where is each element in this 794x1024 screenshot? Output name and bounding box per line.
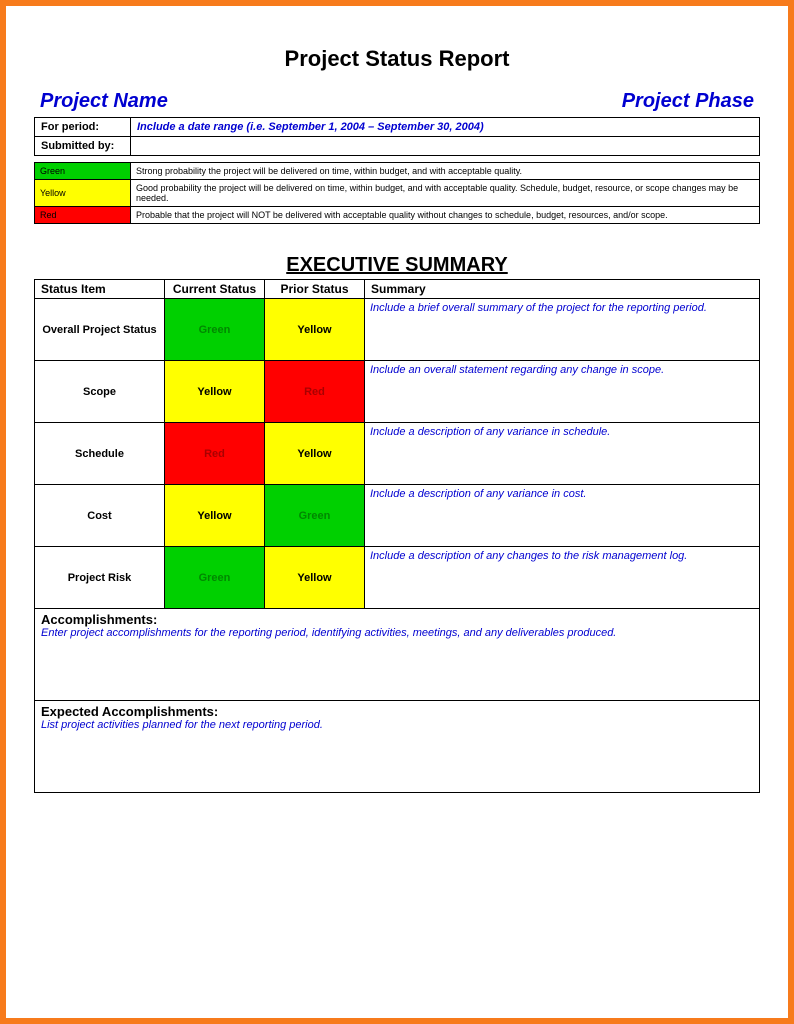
schedule-prior-status: Yellow (265, 423, 365, 485)
accomplishments-row: Accomplishments: Enter project accomplis… (35, 609, 760, 701)
status-item-cost: Cost (35, 485, 165, 547)
meta-table: For period: Include a date range (i.e. S… (34, 117, 760, 156)
risk-current-status: Green (165, 547, 265, 609)
expected-accomplishments-row: Expected Accomplishments: List project a… (35, 701, 760, 793)
status-item-schedule: Schedule (35, 423, 165, 485)
status-row: Schedule Red Yellow Include a descriptio… (35, 423, 760, 485)
for-period-value: Include a date range (i.e. September 1, … (131, 118, 760, 137)
legend-red-desc: Probable that the project will NOT be de… (131, 207, 760, 224)
project-phase-header: Project Phase (622, 90, 754, 113)
status-row: Overall Project Status Green Yellow Incl… (35, 299, 760, 361)
overall-prior-status: Yellow (265, 299, 365, 361)
header-prior-status: Prior Status (265, 280, 365, 299)
cost-summary: Include a description of any variance in… (365, 485, 760, 547)
expected-text: List project activities planned for the … (41, 719, 753, 731)
report-title: Project Status Report (34, 46, 760, 72)
schedule-current-status: Red (165, 423, 265, 485)
status-row: Cost Yellow Green Include a description … (35, 485, 760, 547)
project-header-row: Project Name Project Phase (34, 90, 760, 117)
legend-table: Green Strong probability the project wil… (34, 162, 760, 224)
project-name-header: Project Name (40, 90, 168, 113)
header-current-status: Current Status (165, 280, 265, 299)
status-item-risk: Project Risk (35, 547, 165, 609)
header-summary: Summary (365, 280, 760, 299)
header-status-item: Status Item (35, 280, 165, 299)
scope-summary: Include an overall statement regarding a… (365, 361, 760, 423)
status-row: Project Risk Green Yellow Include a desc… (35, 547, 760, 609)
submitted-by-value (131, 137, 760, 156)
cost-prior-status: Green (265, 485, 365, 547)
overall-summary: Include a brief overall summary of the p… (365, 299, 760, 361)
legend-red-label: Red (35, 207, 131, 224)
status-row: Scope Yellow Red Include an overall stat… (35, 361, 760, 423)
expected-label: Expected Accomplishments: (41, 704, 753, 719)
accomplishments-text: Enter project accomplishments for the re… (41, 627, 753, 639)
status-item-overall: Overall Project Status (35, 299, 165, 361)
status-item-scope: Scope (35, 361, 165, 423)
schedule-summary: Include a description of any variance in… (365, 423, 760, 485)
scope-prior-status: Red (265, 361, 365, 423)
cost-current-status: Yellow (165, 485, 265, 547)
scope-current-status: Yellow (165, 361, 265, 423)
overall-current-status: Green (165, 299, 265, 361)
executive-summary-table: Status Item Current Status Prior Status … (34, 279, 760, 793)
submitted-by-label: Submitted by: (35, 137, 131, 156)
accomplishments-label: Accomplishments: (41, 612, 753, 627)
exec-header-row: Status Item Current Status Prior Status … (35, 280, 760, 299)
executive-summary-title: EXECUTIVE SUMMARY (34, 254, 760, 277)
legend-yellow-desc: Good probability the project will be del… (131, 180, 760, 207)
for-period-label: For period: (35, 118, 131, 137)
legend-yellow-label: Yellow (35, 180, 131, 207)
risk-summary: Include a description of any changes to … (365, 547, 760, 609)
risk-prior-status: Yellow (265, 547, 365, 609)
legend-green-desc: Strong probability the project will be d… (131, 163, 760, 180)
legend-green-label: Green (35, 163, 131, 180)
